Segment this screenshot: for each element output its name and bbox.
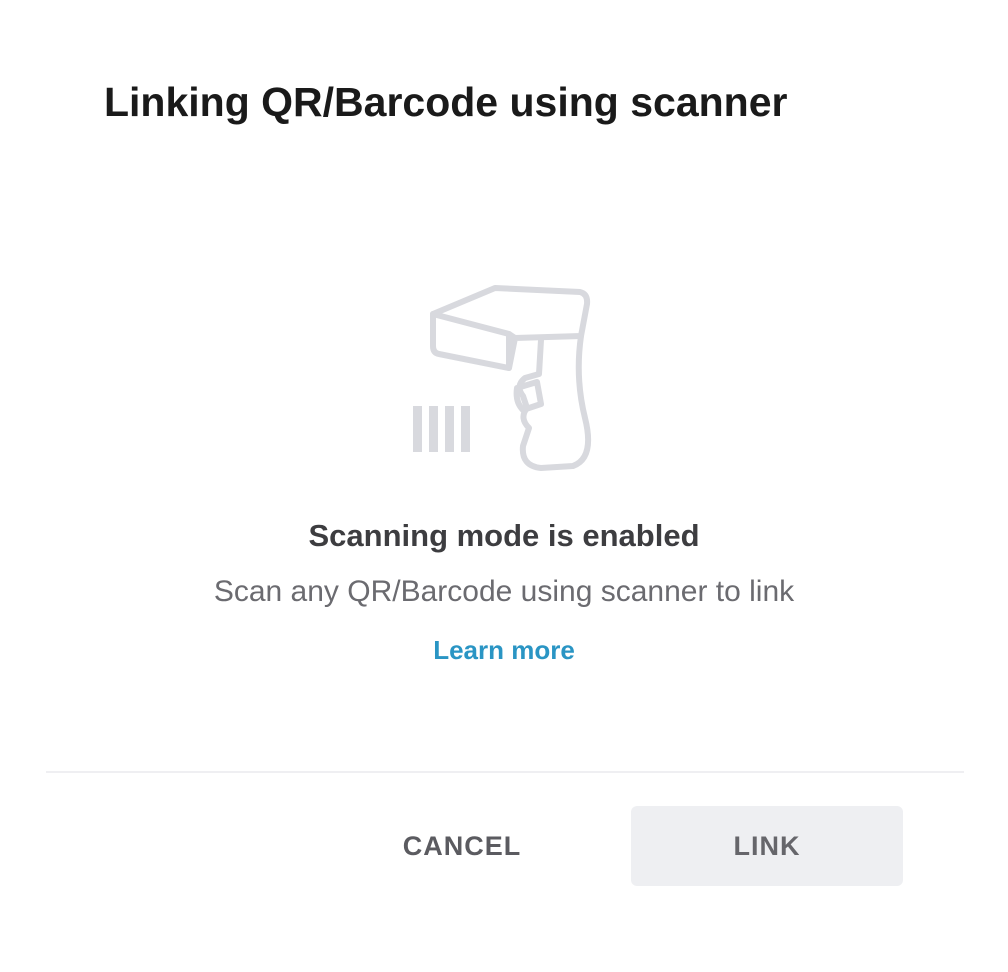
link-scanner-dialog: Linking QR/Barcode using scanner Scannin…: [0, 0, 1008, 972]
link-button[interactable]: LINK: [631, 806, 903, 886]
status-heading: Scanning mode is enabled: [308, 518, 700, 553]
learn-more-link[interactable]: Learn more: [0, 632, 1008, 668]
footer-divider: [46, 771, 964, 773]
barcode-scanner-icon: [405, 278, 605, 478]
dialog-title: Linking QR/Barcode using scanner: [104, 79, 788, 125]
status-subtext: Scan any QR/Barcode using scanner to lin…: [213, 575, 795, 608]
cancel-button[interactable]: CANCEL: [362, 806, 562, 886]
